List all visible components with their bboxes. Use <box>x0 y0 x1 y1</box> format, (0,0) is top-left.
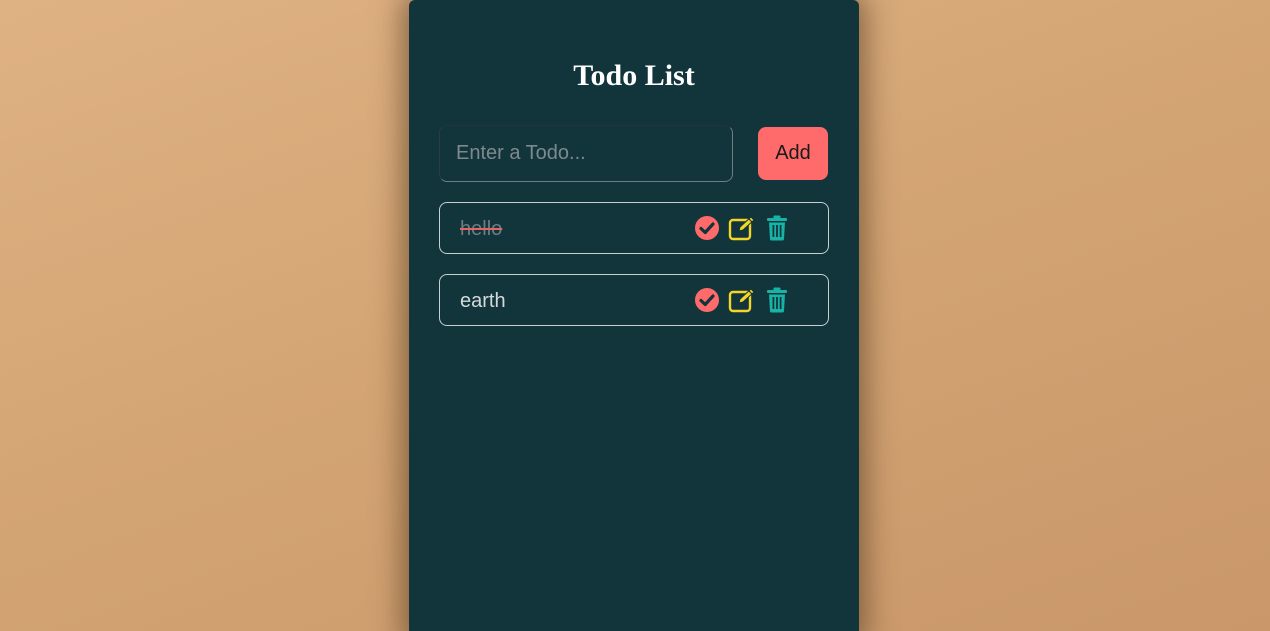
todo-item: earth <box>439 274 829 326</box>
todo-text: earth <box>460 290 506 312</box>
page-title: Todo List <box>573 59 695 92</box>
check-circle-icon[interactable] <box>694 287 720 313</box>
todo-card: Todo List Add hello <box>409 0 859 631</box>
trash-icon[interactable] <box>766 215 792 241</box>
edit-icon[interactable] <box>728 287 755 313</box>
todo-text: hello <box>460 218 503 240</box>
add-button[interactable]: Add <box>758 127 828 180</box>
todo-input[interactable] <box>439 125 733 182</box>
todo-item: hello <box>439 202 829 254</box>
edit-icon[interactable] <box>728 215 755 241</box>
trash-icon[interactable] <box>766 287 792 313</box>
check-circle-icon[interactable] <box>694 215 720 241</box>
